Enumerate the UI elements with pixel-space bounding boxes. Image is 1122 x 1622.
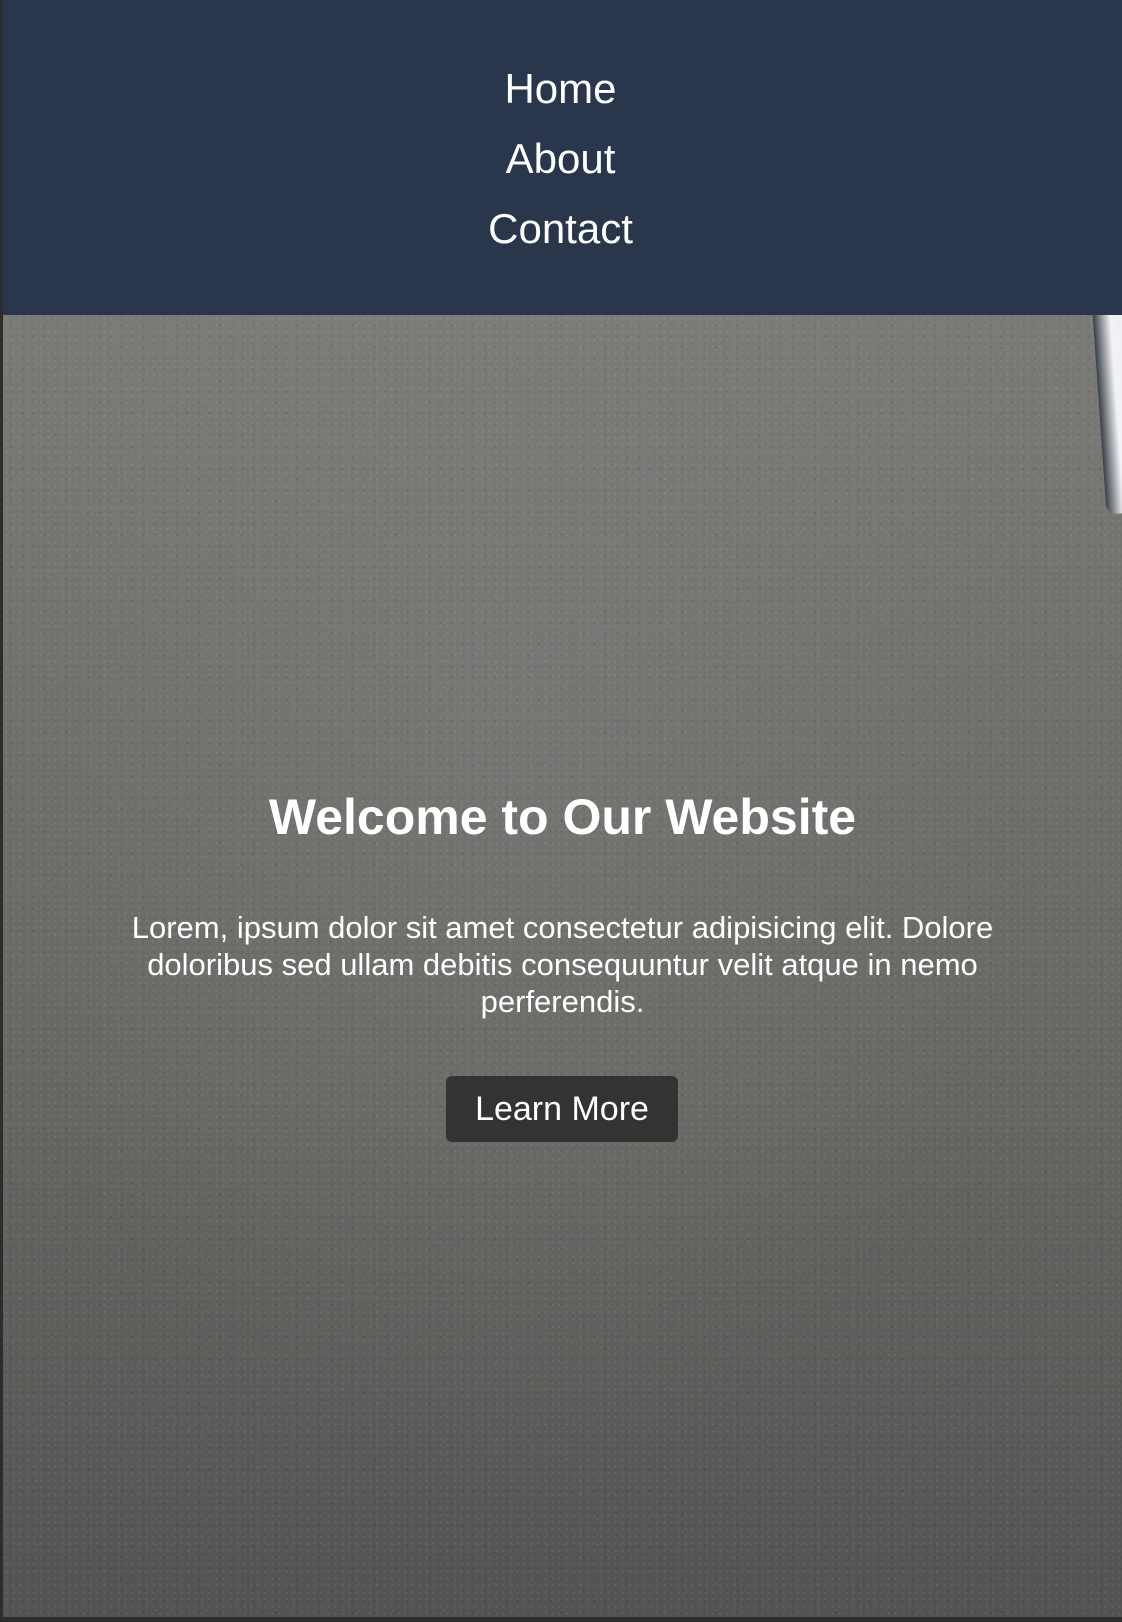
hero-title: Welcome to Our Website (268, 789, 857, 845)
page: Home About Contact Welcome to Our Websit… (3, 0, 1122, 1617)
nav-link-about[interactable]: About (506, 135, 616, 182)
hero-description: Lorem, ipsum dolor sit amet consectetur … (131, 910, 994, 1019)
learn-more-button[interactable]: Learn More (446, 1076, 678, 1142)
nav-item-home: Home (3, 54, 1122, 124)
hero-section: Welcome to Our Website Lorem, ipsum dolo… (3, 315, 1122, 1617)
navbar: Home About Contact (3, 0, 1122, 315)
nav-link-contact[interactable]: Contact (488, 205, 633, 252)
nav-item-about: About (3, 124, 1122, 194)
nav-item-contact: Contact (3, 194, 1122, 264)
nav-link-home[interactable]: Home (504, 65, 616, 112)
nav-menu: Home About Contact (3, 54, 1122, 264)
